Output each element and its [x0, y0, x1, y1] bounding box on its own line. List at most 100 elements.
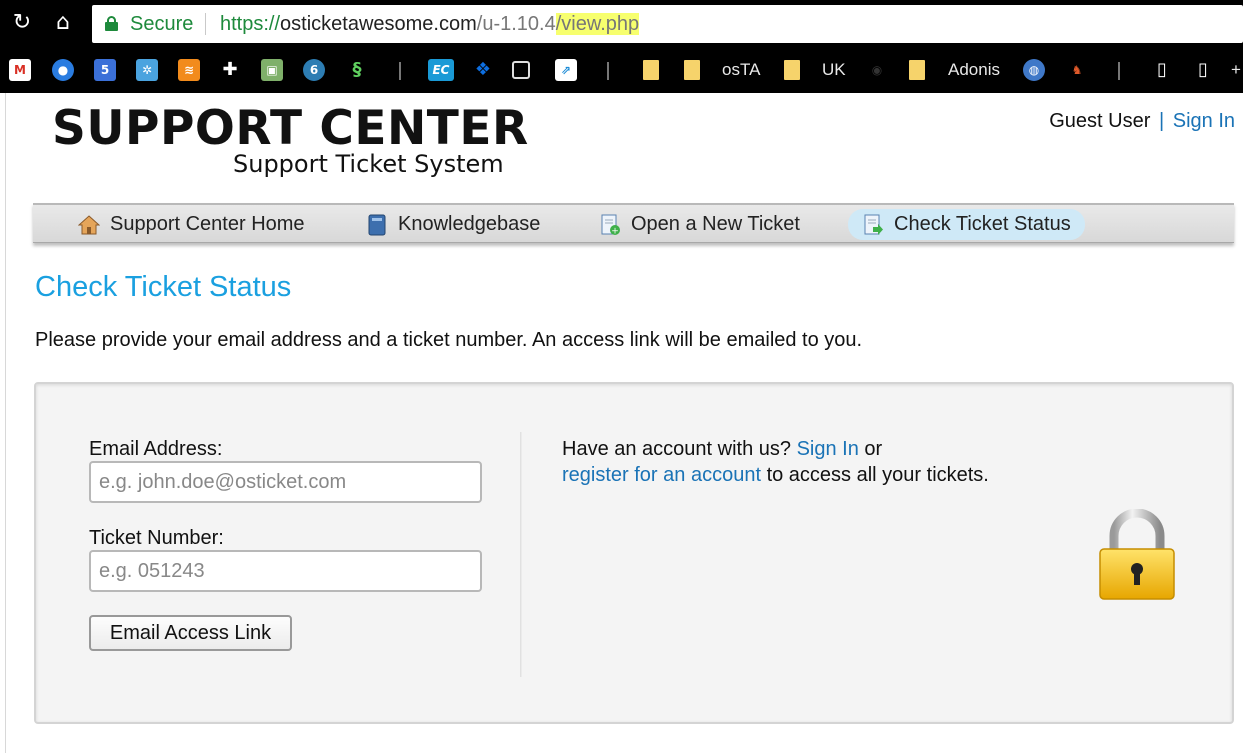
bookmark-spiral[interactable]: § [346, 59, 368, 81]
account-suffix: to access all your tickets. [766, 464, 989, 486]
new-ticket-icon: + [599, 214, 621, 236]
account-or: or [864, 438, 883, 460]
bookmark-dropbox[interactable]: ❖ [472, 59, 494, 81]
nav-check-ticket-status[interactable]: Check Ticket Status [848, 209, 1085, 240]
check-status-panel: Email Address: Ticket Number: Email Acce… [34, 382, 1234, 724]
arrow-icon: ⇗ [555, 59, 577, 81]
gmail-icon: M [9, 59, 31, 81]
lock-icon [105, 16, 118, 31]
register-link[interactable]: register for an account [562, 464, 761, 486]
bookmark-calendar[interactable]: 5 [94, 59, 116, 81]
bookmark-divider [607, 62, 609, 80]
guest-user-label: Guest User [1049, 110, 1151, 132]
page-content: SUPPORT CENTER Support Ticket System Gue… [0, 93, 1243, 753]
main-nav: Support Center Home Knowledgebase + Open… [33, 203, 1234, 243]
bookmark-label: osTA [722, 60, 761, 79]
bookmark-square[interactable] [512, 59, 530, 81]
photo-icon: ▣ [261, 59, 283, 81]
account-prefix: Have an account with us? [562, 438, 792, 460]
feed-icon: ≋ [178, 59, 200, 81]
account-info: Have an account with us? Sign In or regi… [562, 436, 989, 488]
reload-icon[interactable]: ↻ [9, 10, 35, 36]
bookmark-divider [399, 62, 401, 80]
folder-icon [643, 60, 659, 80]
user-bar: Guest User | Sign In [1049, 110, 1235, 133]
home-icon [77, 214, 101, 236]
bookmark-page[interactable]: ▯ [1151, 59, 1173, 81]
nav-open-new-ticket[interactable]: + Open a New Ticket [585, 209, 814, 240]
user-bar-separator: | [1158, 110, 1165, 132]
dropbox-icon: ❖ [472, 59, 494, 81]
bookmarks-bar: M ● 5 ✲ ≋ ✚ ▣ 6 § EC ❖ ⇗ osTA UK ◉ Adoni… [0, 48, 1243, 93]
book-icon [366, 214, 388, 236]
bookmark-divider [1118, 62, 1120, 80]
url-separator [205, 13, 206, 35]
bookmark-folder-osta[interactable]: osTA [684, 59, 760, 81]
gear-map-icon: ✲ [136, 59, 158, 81]
bookmark-contacts[interactable]: ● [52, 59, 74, 81]
folder-icon [684, 60, 700, 80]
url-scheme: https:// [220, 13, 281, 35]
square-icon [512, 61, 530, 79]
nav-label: Knowledgebase [398, 213, 541, 235]
overflow-label: + [1231, 60, 1241, 79]
nav-support-center-home[interactable]: Support Center Home [64, 209, 319, 240]
bookmark-mascot[interactable]: ♞ [1066, 59, 1088, 81]
page-title: Check Ticket Status [35, 271, 292, 303]
nav-label: Support Center Home [110, 213, 305, 235]
logo-subtitle: Support Ticket System [233, 150, 504, 178]
contacts-icon: ● [52, 59, 74, 81]
panel-sign-in-link[interactable]: Sign In [797, 438, 859, 460]
bookmark-badge[interactable]: 6 [303, 59, 325, 81]
address-bar[interactable]: Secure https://osticketawesome.com/u-1.1… [92, 5, 1243, 43]
home-button-icon[interactable]: ⌂ [50, 10, 76, 36]
secure-label: Secure [130, 13, 194, 35]
padlock-icon [1098, 508, 1176, 601]
calendar-icon: 5 [94, 59, 116, 81]
nav-knowledgebase[interactable]: Knowledgebase [352, 209, 554, 240]
bookmark-gear-map[interactable]: ✲ [136, 59, 158, 81]
bookmark-globe[interactable]: ◍ [1023, 59, 1045, 81]
bookmark-folder-adonis[interactable]: Adonis [909, 59, 1000, 81]
folder-icon [784, 60, 800, 80]
bookmark-folder[interactable] [643, 59, 659, 81]
bookmark-photo[interactable]: ▣ [261, 59, 283, 81]
bookmark-folder-uk[interactable]: UK [784, 59, 846, 81]
nav-label: Open a New Ticket [631, 213, 800, 235]
email-access-link-button[interactable]: Email Access Link [89, 615, 292, 651]
email-label: Email Address: [89, 438, 223, 460]
bookmark-ec[interactable]: EC [428, 59, 454, 81]
ticket-status-icon [862, 214, 884, 236]
bookmark-gmail[interactable]: M [9, 59, 31, 81]
url-highlight: /view.php [555, 13, 640, 35]
camera-icon: ◉ [866, 59, 888, 81]
extensions-puzzle-icon: ✚ [219, 59, 241, 81]
bookmark-feed[interactable]: ≋ [178, 59, 200, 81]
header-sign-in-link[interactable]: Sign In [1173, 110, 1235, 132]
bookmark-extensions[interactable]: ✚ [219, 59, 241, 81]
bookmark-arrow[interactable]: ⇗ [555, 59, 577, 81]
globe-icon: ◍ [1023, 59, 1045, 81]
bookmark-label: UK [822, 60, 846, 79]
url-host: osticketawesome.com [280, 13, 477, 35]
url-path: /u-1.10.4 [476, 13, 556, 35]
page-left-border [5, 93, 6, 753]
page-icon: ▯ [1192, 59, 1214, 81]
spiral-icon: § [346, 59, 368, 81]
panel-divider [520, 432, 522, 677]
intro-text: Please provide your email address and a … [35, 329, 863, 351]
badge-icon: 6 [303, 59, 325, 81]
ec-icon: EC [428, 59, 454, 81]
bookmark-camera[interactable]: ◉ [866, 59, 888, 81]
bookmark-label: Adonis [948, 60, 1000, 79]
ticket-number-field[interactable] [89, 550, 482, 592]
mascot-icon: ♞ [1066, 59, 1088, 81]
url-text[interactable]: https://osticketawesome.com/u-1.10.4/vie… [220, 13, 640, 36]
folder-icon [909, 60, 925, 80]
bookmark-page[interactable]: ▯ [1192, 59, 1214, 81]
email-field[interactable] [89, 461, 482, 503]
nav-label: Check Ticket Status [894, 213, 1071, 235]
logo-title[interactable]: SUPPORT CENTER [52, 101, 529, 156]
bookmarks-overflow[interactable]: + [1231, 59, 1241, 81]
browser-toolbar: ↻ ⌂ Secure https://osticketawesome.com/u… [0, 0, 1243, 48]
